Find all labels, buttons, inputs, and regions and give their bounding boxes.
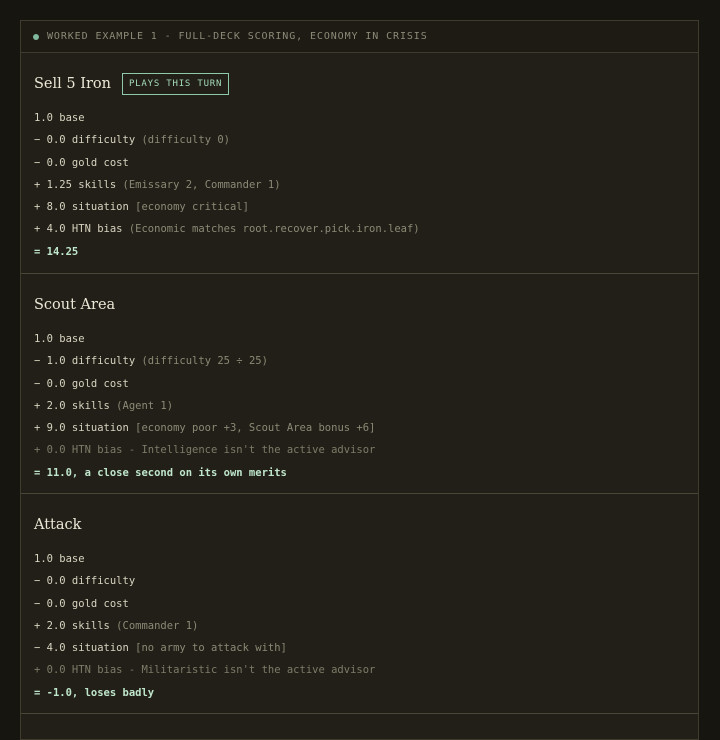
score-line: 1.0 base — [34, 107, 685, 129]
score-line: + 2.0 skills (Agent 1) — [34, 395, 685, 417]
score-line-main: − 0.0 difficulty — [34, 134, 136, 147]
score-line: − 0.0 gold cost — [34, 152, 685, 174]
score-line: + 1.25 skills (Emissary 2, Commander 1) — [34, 174, 685, 196]
card-title: Scout Area — [34, 297, 116, 313]
status-dot-icon — [33, 33, 39, 40]
score-line-main: 1.0 base — [34, 333, 85, 345]
score-line-main: 1.0 base — [34, 112, 85, 124]
score-line-note: (Commander 1) — [109, 619, 199, 632]
card-title: Sell 5 Iron — [34, 76, 111, 92]
score-line: 1.0 base — [34, 328, 685, 350]
card-title-row: Scout Area — [34, 294, 685, 316]
score-line-main: + 2.0 skills — [34, 619, 110, 632]
score-line: 1.0 base — [34, 548, 685, 570]
panel-header-label: WORKED EXAMPLE 1 - FULL-DECK SCORING, EC… — [47, 31, 428, 42]
score-line: + 9.0 situation [economy poor +3, Scout … — [34, 417, 685, 439]
score-line-muted: + 0.0 HTN bias - Intelligence isn't the … — [34, 444, 376, 457]
score-line-main: + 8.0 situation — [34, 201, 129, 214]
score-line-main: − 0.0 gold cost — [34, 597, 129, 610]
score-line-note: (difficulty 25 ÷ 25) — [135, 355, 268, 368]
card-sell-5-iron: Sell 5 Iron PLAYS THIS TURN 1.0 base − 0… — [21, 53, 698, 274]
card-attack: Attack 1.0 base − 0.0 difficulty − 0.0 g… — [21, 494, 698, 714]
card-title: Attack — [34, 517, 82, 533]
score-line: + 4.0 HTN bias (Economic matches root.re… — [34, 218, 685, 240]
score-line-main: + 9.0 situation — [34, 422, 129, 435]
score-line: − 1.0 difficulty (difficulty 25 ÷ 25) — [34, 350, 685, 372]
card-title-row: Sell 5 Iron PLAYS THIS TURN — [34, 73, 685, 95]
score-line-note: [economy critical] — [128, 201, 249, 214]
score-line: − 0.0 gold cost — [34, 593, 685, 615]
card-scout-area: Scout Area 1.0 base − 1.0 difficulty (di… — [21, 274, 698, 494]
score-line-muted: + 0.0 HTN bias - Militaristic isn't the … — [34, 664, 376, 677]
plays-this-turn-badge: PLAYS THIS TURN — [121, 73, 230, 95]
score-line-note: [economy poor +3, Scout Area bonus +6] — [128, 422, 376, 435]
worked-example-panel: WORKED EXAMPLE 1 - FULL-DECK SCORING, EC… — [20, 20, 699, 740]
score-total: = 14.25 — [34, 245, 79, 258]
score-total: = 11.0, a close second on its own merits — [34, 466, 287, 479]
score-total: = -1.0, loses badly — [34, 686, 155, 699]
score-line-note: (Economic matches root.recover.pick.iron… — [122, 223, 420, 236]
panel-header: WORKED EXAMPLE 1 - FULL-DECK SCORING, EC… — [21, 21, 698, 53]
score-line: + 8.0 situation [economy critical] — [34, 196, 685, 218]
score-line-note: (difficulty 0) — [135, 134, 230, 147]
score-line-note: (Emissary 2, Commander 1) — [116, 178, 281, 191]
score-line: − 0.0 gold cost — [34, 373, 685, 395]
score-line-main: − 0.0 difficulty — [34, 575, 136, 588]
score-line-main: − 0.0 gold cost — [34, 156, 129, 169]
score-line: − 4.0 situation [no army to attack with] — [34, 637, 685, 659]
card-title-row: Attack — [34, 514, 685, 536]
score-line-main: + 1.25 skills — [34, 178, 117, 191]
score-line-main: + 4.0 HTN bias — [34, 223, 123, 236]
score-line: − 0.0 difficulty (difficulty 0) — [34, 129, 685, 151]
score-line-main: − 4.0 situation — [34, 642, 129, 655]
score-line-main: − 0.0 gold cost — [34, 377, 129, 390]
score-line-note: [no army to attack with] — [128, 642, 287, 655]
score-line-main: − 1.0 difficulty — [34, 355, 136, 368]
score-line: − 0.0 difficulty — [34, 570, 685, 592]
score-line: + 2.0 skills (Commander 1) — [34, 615, 685, 637]
score-line-note: (Agent 1) — [109, 399, 174, 412]
score-line-main: 1.0 base — [34, 553, 85, 565]
score-line-main: + 2.0 skills — [34, 399, 110, 412]
